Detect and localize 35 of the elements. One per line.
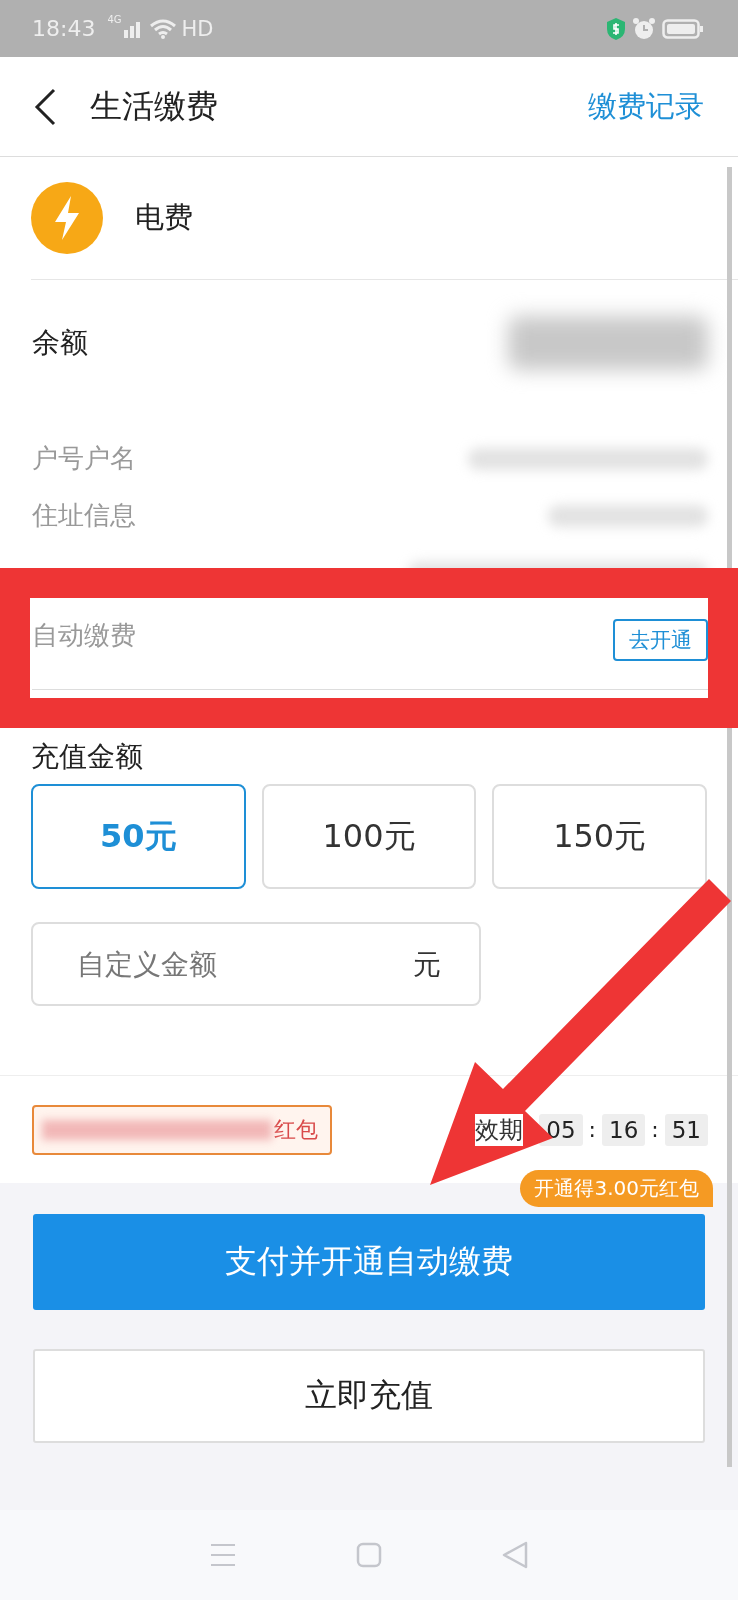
back-nav-icon[interactable]: [502, 1541, 528, 1569]
expiry-label: 效期: [475, 1113, 524, 1146]
recharge-button[interactable]: 立即充值: [33, 1349, 705, 1443]
network-type: 4G: [107, 14, 122, 25]
auto-pay-label: 自动缴费: [32, 619, 136, 652]
enable-button[interactable]: 去开通: [613, 619, 708, 661]
alarm-icon: [632, 16, 656, 41]
amount-option[interactable]: 50元: [31, 784, 246, 889]
countdown-separator: :: [651, 1117, 659, 1142]
countdown-separator: :: [588, 1117, 596, 1142]
wifi-icon: [149, 18, 176, 39]
page-title: 生活缴费: [90, 85, 218, 127]
reward-badge: 开通得3.00元红包: [520, 1170, 713, 1207]
countdown-digits: 05: [539, 1113, 583, 1146]
section-title: 充值金额: [31, 739, 144, 775]
amount-option[interactable]: 100元: [261, 784, 477, 889]
shield-icon: [606, 16, 626, 41]
countdown-digits: 16: [602, 1113, 646, 1146]
back-icon[interactable]: [34, 87, 56, 126]
battery-icon: [662, 17, 704, 40]
status-time: 18:43: [32, 16, 96, 41]
countdown-digits: 51: [664, 1113, 708, 1146]
balance-label: 余额: [32, 324, 89, 361]
promo-chip[interactable]: 红包: [32, 1104, 332, 1155]
info-label: 住址信息: [32, 499, 136, 532]
payment-records-link[interactable]: 缴费记录: [588, 86, 704, 127]
unit-label: 元: [413, 947, 441, 983]
hd-indicator: HD: [181, 16, 214, 41]
menu-icon[interactable]: [210, 1543, 236, 1567]
info-label: 户号户名: [32, 442, 136, 475]
home-icon[interactable]: [356, 1542, 382, 1568]
lightning-icon: [31, 182, 103, 254]
pay-and-enable-button[interactable]: 支付并开通自动缴费: [33, 1214, 705, 1310]
biller-name: 电费: [135, 199, 193, 236]
amount-option[interactable]: 150元: [492, 784, 707, 889]
